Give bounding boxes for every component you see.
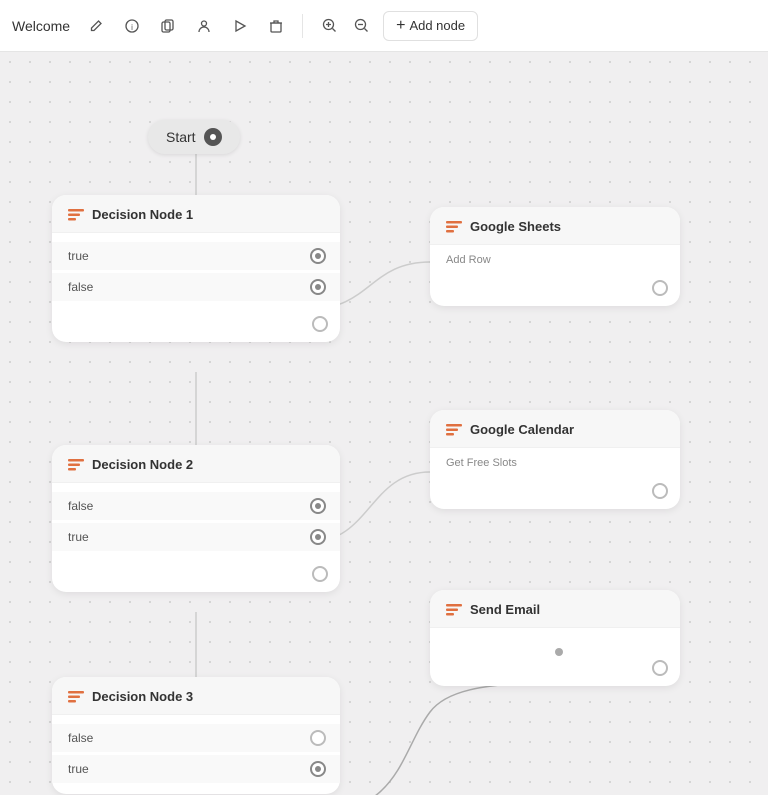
google-sheets-output-port[interactable] bbox=[652, 280, 668, 296]
workflow-canvas: Start Decision Node 1 true false bbox=[0, 52, 768, 795]
google-sheets-icon bbox=[446, 221, 462, 233]
google-calendar-subtitle: Get Free Slots bbox=[446, 457, 664, 469]
send-email-connector-dot bbox=[555, 648, 563, 656]
decision-node-2-body: false true bbox=[52, 483, 340, 562]
google-calendar-node[interactable]: Google Calendar Get Free Slots bbox=[430, 410, 680, 509]
decision-node-1-footer bbox=[52, 312, 340, 342]
user-button[interactable] bbox=[190, 12, 218, 40]
decision-node-2-icon bbox=[68, 459, 84, 471]
decision-node-1-row-true: true bbox=[52, 242, 340, 270]
decision-node-3-body: false true bbox=[52, 715, 340, 794]
toolbar: Welcome i bbox=[0, 0, 768, 52]
user-icon bbox=[197, 19, 211, 33]
zoom-in-icon bbox=[322, 18, 337, 33]
play-icon bbox=[233, 19, 247, 33]
google-calendar-body: Get Free Slots bbox=[430, 448, 680, 473]
delete-button[interactable] bbox=[262, 12, 290, 40]
decision-node-2-title: Decision Node 2 bbox=[92, 457, 193, 472]
google-sheets-body: Add Row bbox=[430, 245, 680, 270]
decision-node-1[interactable]: Decision Node 1 true false bbox=[52, 195, 340, 342]
decision-node-1-icon bbox=[68, 209, 84, 221]
zoom-out-icon bbox=[354, 18, 369, 33]
decision-node-1-header: Decision Node 1 bbox=[52, 195, 340, 233]
google-calendar-header: Google Calendar bbox=[430, 410, 680, 448]
zoom-in-button[interactable] bbox=[315, 12, 343, 40]
port-false-out[interactable] bbox=[310, 279, 326, 295]
decision-node-3-row-true: true bbox=[52, 755, 340, 783]
decision-node-1-body: true false bbox=[52, 233, 340, 312]
decision-node-3-row-false: false bbox=[52, 724, 340, 752]
send-email-footer bbox=[430, 650, 680, 686]
info-button[interactable]: i bbox=[118, 12, 146, 40]
decision-node-3-icon bbox=[68, 691, 84, 703]
google-calendar-output-port[interactable] bbox=[652, 483, 668, 499]
decision-node-2-row-true: true bbox=[52, 523, 340, 551]
add-node-button[interactable]: + Add node bbox=[383, 11, 478, 41]
port-false-out-3[interactable] bbox=[310, 730, 326, 746]
copy-button[interactable] bbox=[154, 12, 182, 40]
send-email-icon bbox=[446, 604, 462, 616]
edit-button[interactable] bbox=[82, 12, 110, 40]
play-button[interactable] bbox=[226, 12, 254, 40]
google-sheets-node[interactable]: Google Sheets Add Row bbox=[430, 207, 680, 306]
decision-node-2-row-false: false bbox=[52, 492, 340, 520]
add-icon: + bbox=[396, 18, 405, 34]
google-calendar-icon bbox=[446, 424, 462, 436]
start-label: Start bbox=[166, 129, 196, 145]
node-output-port[interactable] bbox=[312, 316, 328, 332]
send-email-title: Send Email bbox=[470, 602, 540, 617]
trash-icon bbox=[269, 19, 283, 33]
decision-node-2[interactable]: Decision Node 2 false true bbox=[52, 445, 340, 592]
info-icon: i bbox=[125, 19, 139, 33]
edit-icon bbox=[89, 19, 103, 33]
send-email-node[interactable]: Send Email bbox=[430, 590, 680, 686]
start-node[interactable]: Start bbox=[148, 120, 240, 154]
send-email-body bbox=[430, 628, 680, 650]
svg-text:i: i bbox=[131, 23, 133, 32]
copy-icon bbox=[161, 19, 175, 33]
send-email-output-port[interactable] bbox=[652, 660, 668, 676]
start-dot bbox=[204, 128, 222, 146]
zoom-out-button[interactable] bbox=[347, 12, 375, 40]
decision-node-2-footer bbox=[52, 562, 340, 592]
decision-node-3-title: Decision Node 3 bbox=[92, 689, 193, 704]
decision-node-3-header: Decision Node 3 bbox=[52, 677, 340, 715]
port-true-out-2[interactable] bbox=[310, 529, 326, 545]
decision-node-1-title: Decision Node 1 bbox=[92, 207, 193, 222]
port-false-out-2[interactable] bbox=[310, 498, 326, 514]
google-sheets-footer bbox=[430, 270, 680, 306]
node-output-port-2[interactable] bbox=[312, 566, 328, 582]
google-calendar-footer bbox=[430, 473, 680, 509]
port-true-out[interactable] bbox=[310, 248, 326, 264]
decision-node-3[interactable]: Decision Node 3 false true bbox=[52, 677, 340, 794]
google-sheets-title: Google Sheets bbox=[470, 219, 561, 234]
toolbar-divider bbox=[302, 14, 303, 38]
decision-node-2-header: Decision Node 2 bbox=[52, 445, 340, 483]
workflow-title: Welcome bbox=[12, 18, 70, 34]
zoom-controls bbox=[315, 12, 375, 40]
send-email-header: Send Email bbox=[430, 590, 680, 628]
decision-node-1-row-false: false bbox=[52, 273, 340, 301]
google-sheets-header: Google Sheets bbox=[430, 207, 680, 245]
google-sheets-subtitle: Add Row bbox=[446, 254, 664, 266]
google-calendar-title: Google Calendar bbox=[470, 422, 574, 437]
port-true-out-3[interactable] bbox=[310, 761, 326, 777]
